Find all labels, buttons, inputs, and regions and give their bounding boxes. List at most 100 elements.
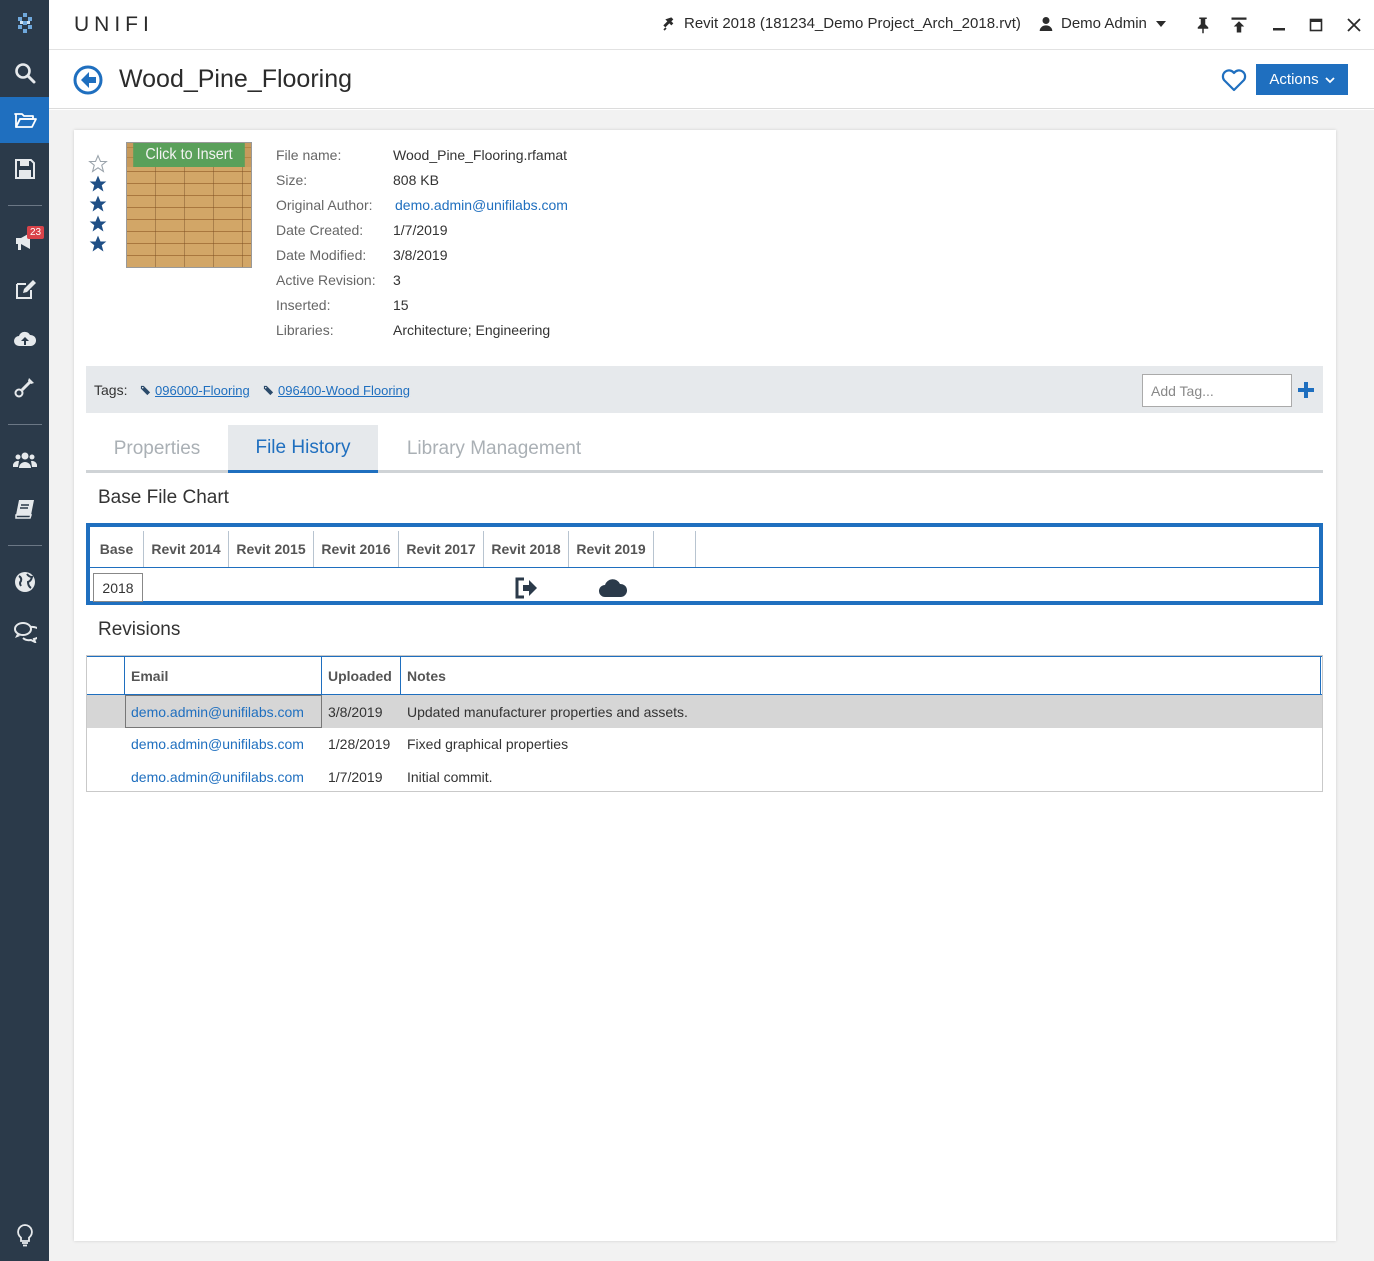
- star-filled-icon[interactable]: [88, 214, 108, 234]
- tab-properties[interactable]: Properties: [86, 425, 228, 472]
- detail-label: Original Author:: [276, 197, 373, 213]
- base-version-value: 2018: [93, 573, 143, 602]
- caret-down-icon: [1155, 20, 1166, 27]
- revisions-header-row: Email Uploaded Notes: [87, 656, 1322, 695]
- detail-label: Date Created:: [276, 222, 364, 238]
- tag-icon: [140, 385, 151, 396]
- date-created-value: 1/7/2019: [393, 222, 448, 238]
- close-button[interactable]: [1341, 12, 1367, 38]
- revision-uploaded: 1/7/2019: [328, 768, 383, 785]
- sign-out-icon[interactable]: [513, 575, 539, 601]
- globe-icon[interactable]: [0, 559, 49, 605]
- chevron-down-icon: [1324, 76, 1335, 83]
- column-header-uploaded[interactable]: Uploaded: [321, 657, 400, 695]
- app-logo-icon[interactable]: [0, 0, 49, 46]
- file-name-value: Wood_Pine_Flooring.rfamat: [393, 147, 568, 163]
- users-icon[interactable]: [0, 437, 49, 483]
- edit-icon[interactable]: [0, 267, 49, 313]
- table-row[interactable]: demo.admin@unifilabs.com 1/7/2019 Initia…: [87, 760, 1322, 793]
- revision-email[interactable]: demo.admin@unifilabs.com: [131, 727, 304, 760]
- revision-email[interactable]: demo.admin@unifilabs.com: [125, 695, 322, 728]
- page-title: Wood_Pine_Flooring: [119, 65, 353, 93]
- folder-open-icon[interactable]: [0, 97, 49, 143]
- inserted-value: 15: [393, 297, 409, 313]
- minimize-button[interactable]: [1266, 12, 1292, 38]
- tab-library-management[interactable]: Library Management: [386, 425, 602, 472]
- table-row[interactable]: demo.admin@unifilabs.com 1/28/2019 Fixed…: [87, 727, 1322, 760]
- actions-label: Actions: [1269, 71, 1319, 88]
- size-value: 808 KB: [393, 172, 439, 188]
- tools-icon[interactable]: [0, 364, 49, 410]
- revision-notes: Fixed graphical properties: [407, 735, 569, 752]
- detail-label: Inserted:: [276, 297, 331, 313]
- user-name: Demo Admin: [1061, 15, 1147, 32]
- chart-column-header: Revit 2017: [399, 531, 484, 567]
- chart-column-header: Revit 2014: [144, 531, 229, 567]
- add-tag-button[interactable]: [1295, 379, 1317, 401]
- material-thumbnail[interactable]: Click to Insert: [126, 142, 252, 268]
- tag-icon: [263, 385, 274, 396]
- back-button[interactable]: [72, 64, 104, 96]
- favorite-button[interactable]: [1221, 68, 1247, 94]
- base-chart-title: Base File Chart: [98, 487, 229, 508]
- star-filled-icon[interactable]: [88, 234, 108, 254]
- user-menu[interactable]: Demo Admin: [1039, 15, 1167, 32]
- tags-label: Tags:: [94, 382, 128, 398]
- page-header: Wood_Pine_Flooring Actions: [49, 50, 1374, 109]
- detail-label: Date Modified:: [276, 247, 367, 263]
- sidebar-divider: [8, 205, 42, 206]
- chart-column-header: [654, 531, 696, 567]
- tag-link[interactable]: 096400-Wood Flooring: [263, 383, 410, 398]
- detail-label: Active Revision:: [276, 272, 376, 288]
- book-icon[interactable]: [0, 486, 49, 532]
- detail-label: File name:: [276, 147, 342, 163]
- dock-top-icon[interactable]: [1226, 12, 1252, 38]
- plus-icon: [1298, 382, 1314, 398]
- chart-column-header: Revit 2018: [484, 531, 569, 567]
- date-modified-value: 3/8/2019: [393, 247, 448, 263]
- column-header-notes[interactable]: Notes: [400, 657, 1321, 695]
- search-icon[interactable]: [0, 50, 49, 96]
- cloud-icon[interactable]: [597, 575, 628, 601]
- revisions-title: Revisions: [98, 619, 181, 640]
- add-tag-input[interactable]: [1142, 374, 1292, 407]
- detail-label: Libraries:: [276, 322, 334, 338]
- title-bar: UNIFI Revit 2018 (181234_Demo Project_Ar…: [49, 0, 1374, 50]
- tab-file-history[interactable]: File History: [228, 425, 378, 473]
- rating[interactable]: [88, 154, 110, 254]
- chart-column-header: Base: [90, 531, 144, 567]
- cloud-upload-icon[interactable]: [0, 316, 49, 362]
- click-to-insert-label: Click to Insert: [133, 143, 245, 167]
- chart-header-row: Base Revit 2014 Revit 2015 Revit 2016 Re…: [90, 527, 1319, 568]
- chart-column-header: Revit 2019: [569, 531, 654, 567]
- star-empty-icon[interactable]: [88, 154, 108, 174]
- column-header-email[interactable]: Email: [124, 657, 321, 695]
- star-filled-icon[interactable]: [88, 174, 108, 194]
- save-icon[interactable]: [0, 146, 49, 192]
- wood-texture: [127, 167, 251, 267]
- sidebar-divider: [8, 545, 42, 546]
- plug-icon: [663, 16, 674, 31]
- pin-icon[interactable]: [1190, 12, 1216, 38]
- app-brand: UNIFI: [74, 13, 154, 36]
- actions-button[interactable]: Actions: [1256, 64, 1348, 95]
- tag-link[interactable]: 096000-Flooring: [140, 383, 250, 398]
- revision-notes: Initial commit.: [407, 768, 493, 785]
- comments-icon[interactable]: [0, 608, 49, 654]
- arrow-circle-left-icon: [73, 65, 103, 95]
- revision-uploaded: 1/28/2019: [328, 735, 391, 752]
- megaphone-icon[interactable]: 23: [0, 218, 49, 264]
- tag-label: 096400-Wood Flooring: [278, 383, 411, 398]
- revision-email[interactable]: demo.admin@unifilabs.com: [131, 760, 304, 793]
- table-row[interactable]: demo.admin@unifilabs.com 3/8/2019 Update…: [87, 695, 1322, 728]
- revision-notes: Updated manufacturer properties and asse…: [407, 703, 688, 720]
- author-link[interactable]: demo.admin@unifilabs.com: [395, 196, 568, 214]
- star-filled-icon[interactable]: [88, 194, 108, 214]
- revisions-table: Email Uploaded Notes demo.admin@unifilab…: [86, 655, 1323, 792]
- project-name: Revit 2018 (181234_Demo Project_Arch_201…: [684, 15, 1021, 32]
- tags-bar: Tags: 096000-Flooring 096400-Wood Floori…: [86, 366, 1323, 413]
- lightbulb-icon[interactable]: [0, 1212, 49, 1258]
- revision-uploaded: 3/8/2019: [328, 703, 383, 720]
- maximize-button[interactable]: [1303, 12, 1329, 38]
- project-indicator[interactable]: Revit 2018 (181234_Demo Project_Arch_201…: [662, 15, 1021, 32]
